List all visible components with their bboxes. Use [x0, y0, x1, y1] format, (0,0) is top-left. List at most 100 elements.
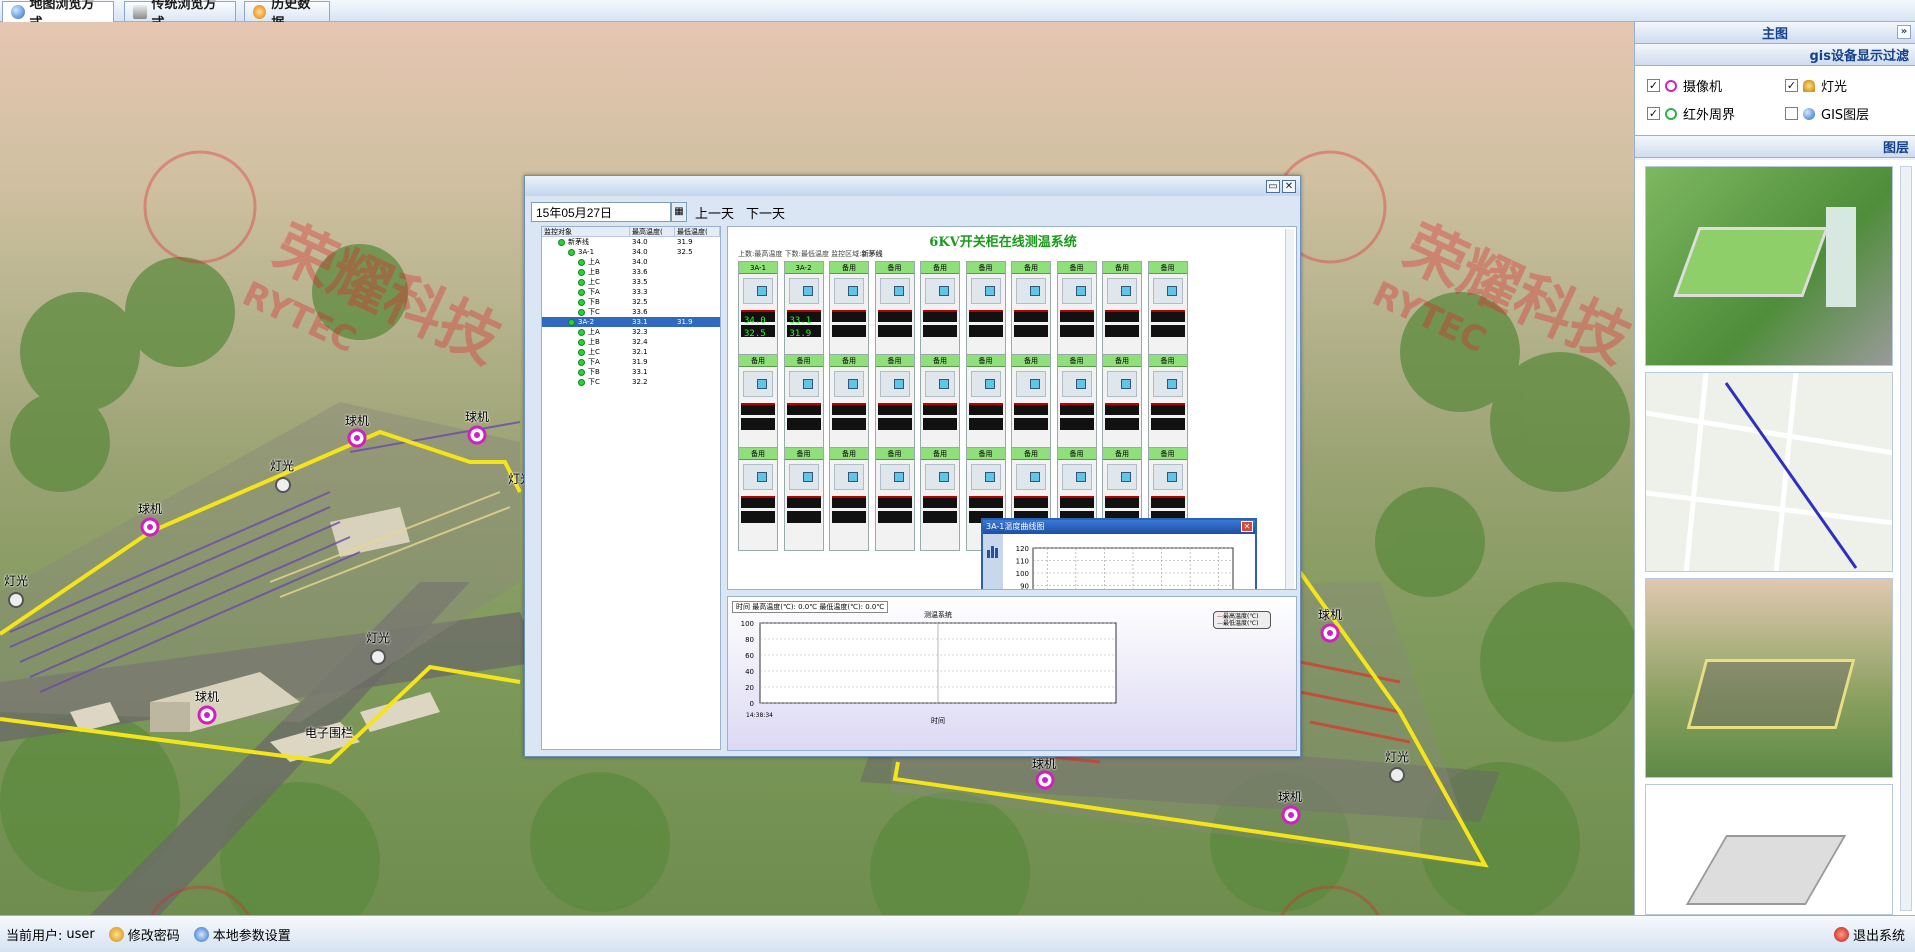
tab-traditional-browse[interactable]: 传统浏览方式: [124, 0, 236, 31]
map-label-lamp[interactable]: 灯光: [270, 457, 294, 474]
collapse-icon[interactable]: »: [1897, 25, 1911, 39]
view-scrollbar[interactable]: [1285, 229, 1294, 589]
trend-chart-title: 测温系统: [924, 610, 952, 619]
tree-row-name: 下B: [588, 298, 600, 306]
status-dot-icon: [578, 258, 585, 266]
switch-cabinet[interactable]: 3A-2 33.1 31.9: [783, 261, 824, 365]
curve-close-button[interactable]: ✕: [1241, 521, 1253, 532]
calendar-icon[interactable]: ▦: [671, 202, 687, 222]
switch-cabinet[interactable]: 备用: [1102, 354, 1142, 458]
tree-row[interactable]: 上A 32.3: [542, 327, 720, 337]
switch-cabinet[interactable]: 备用: [783, 354, 824, 458]
switch-cabinet[interactable]: 备用: [738, 447, 778, 551]
curve-popup[interactable]: 3A-1温度曲线图✕ 01020304050607080901001101203…: [981, 518, 1257, 589]
map-label-camera[interactable]: 球机: [1032, 755, 1056, 772]
tree-row[interactable]: 下C 33.6: [542, 307, 720, 317]
tree-row[interactable]: 下A 31.9: [542, 357, 720, 367]
close-button[interactable]: ✕: [1282, 179, 1296, 193]
status-dot-icon: [578, 328, 585, 336]
indicator-icon: [1030, 472, 1040, 482]
map-label-fence[interactable]: 电子围栏: [305, 724, 353, 741]
tree-row[interactable]: 3A-2 33.1 31.9: [542, 317, 720, 327]
next-day-link[interactable]: 下一天: [746, 203, 785, 222]
status-dot-icon: [578, 278, 585, 286]
switch-cabinet[interactable]: 备用: [829, 447, 869, 551]
prev-day-link[interactable]: 上一天: [695, 203, 734, 222]
tree-row[interactable]: 上B 32.4: [542, 337, 720, 347]
key-icon: [108, 926, 124, 942]
tree-row[interactable]: 下B 33.1: [542, 367, 720, 377]
exit-button[interactable]: 退出系统: [1833, 925, 1905, 944]
layer-thumb-room[interactable]: [1645, 784, 1893, 915]
map-label-camera[interactable]: 球机: [1278, 788, 1302, 805]
switch-cabinet[interactable]: 备用: [920, 261, 960, 365]
infrared-checkbox[interactable]: ✓: [1647, 107, 1660, 120]
cabinet-label: 备用: [1012, 355, 1050, 367]
layer-thumb-aerial[interactable]: [1645, 166, 1893, 366]
restore-button[interactable]: ▭: [1266, 179, 1280, 193]
switch-cabinet[interactable]: 备用: [1011, 261, 1051, 365]
tree-row[interactable]: 下B 32.5: [542, 297, 720, 307]
tree-row[interactable]: 下C 32.2: [542, 377, 720, 387]
change-password-button[interactable]: 修改密码: [108, 925, 180, 944]
tree-row[interactable]: 上C 33.5: [542, 277, 720, 287]
switch-cabinet[interactable]: 备用: [783, 447, 824, 551]
switch-cabinet[interactable]: 备用: [965, 261, 1006, 365]
lamp-checkbox[interactable]: ✓: [1785, 79, 1798, 92]
switch-cabinet[interactable]: 备用: [874, 447, 915, 551]
switch-cabinet[interactable]: 备用: [829, 261, 869, 365]
tree-row[interactable]: 上C 32.1: [542, 347, 720, 357]
map-label-camera[interactable]: 球机: [345, 412, 369, 429]
temp-max-display: [1150, 403, 1185, 415]
switch-cabinet[interactable]: 备用: [920, 447, 960, 551]
switch-cabinet[interactable]: 备用: [1147, 261, 1188, 365]
switch-cabinet[interactable]: 备用: [738, 354, 778, 458]
layer-thumb-substation[interactable]: [1645, 578, 1893, 778]
thumbnail-scrollbar[interactable]: [1900, 166, 1912, 911]
tree-row[interactable]: 下A 33.3: [542, 287, 720, 297]
switch-cabinet[interactable]: 备用: [874, 261, 915, 365]
map-label-lamp[interactable]: 灯光: [366, 629, 390, 646]
map-label-camera[interactable]: 球机: [195, 688, 219, 705]
layer-thumb-streetmap[interactable]: [1645, 372, 1893, 572]
map-label-camera[interactable]: 球机: [1318, 606, 1342, 623]
switch-cabinet[interactable]: 备用: [1147, 354, 1188, 458]
tree-row[interactable]: 上A 34.0: [542, 257, 720, 267]
tree-row[interactable]: 上B 33.6: [542, 267, 720, 277]
switch-cabinet[interactable]: 3A-1 34.0 32.5: [738, 261, 778, 365]
curve-titlebar[interactable]: 3A-1温度曲线图 ✕: [983, 520, 1255, 534]
switch-cabinet[interactable]: 备用: [1056, 354, 1097, 458]
map-label-camera[interactable]: 球机: [465, 408, 489, 425]
filter-lamp[interactable]: ✓ 灯光: [1785, 76, 1847, 95]
tab-map-browse[interactable]: 地图浏览方式: [2, 0, 114, 31]
cabinet-panel: [788, 464, 819, 490]
switch-cabinet[interactable]: 备用: [920, 354, 960, 458]
filter-gis-layer[interactable]: GIS图层: [1785, 104, 1869, 123]
map-label-lamp[interactable]: 灯光: [4, 572, 28, 589]
switch-cabinet[interactable]: 备用: [874, 354, 915, 458]
date-input[interactable]: [531, 202, 671, 222]
filter-infrared[interactable]: ✓ 红外周界: [1647, 104, 1735, 123]
window-titlebar[interactable]: ▭ ✕: [525, 176, 1300, 196]
switch-cabinet[interactable]: 备用: [1102, 261, 1142, 365]
temperature-window[interactable]: ▭ ✕ ▦ 上一天 下一天 监控对象 最高温度( 最低温度( 新茅线 34.0 31…: [524, 175, 1301, 757]
gis-map[interactable]: 荣耀科技 RYTEC 荣耀科技 RYTEC 球机 球机 灯光 球机 灯光 灯光 …: [0, 22, 1634, 915]
switch-cabinet[interactable]: 备用: [965, 354, 1006, 458]
monitor-tree[interactable]: 监控对象 最高温度( 最低温度( 新茅线 34.0 31.9 3A-1 34.0 32.5…: [541, 226, 721, 750]
map-label-lamp[interactable]: 灯光: [1385, 748, 1409, 765]
switch-cabinet[interactable]: 备用: [829, 354, 869, 458]
gis-layer-checkbox[interactable]: [1785, 107, 1798, 120]
printer-icon: [133, 4, 147, 19]
filter-camera[interactable]: ✓ 摄像机: [1647, 76, 1722, 95]
switch-cabinet[interactable]: 备用: [1011, 354, 1051, 458]
temp-min-display: [741, 418, 775, 430]
tree-row[interactable]: 3A-1 34.0 32.5: [542, 247, 720, 257]
tab-history-data[interactable]: 历史数据: [244, 0, 330, 31]
bar-chart-icon[interactable]: [983, 534, 1003, 564]
map-label-camera[interactable]: 球机: [138, 500, 162, 517]
local-settings-button[interactable]: 本地参数设置: [193, 925, 291, 944]
tree-row[interactable]: 新茅线 34.0 31.9: [542, 237, 720, 247]
cabinet-panel: [1152, 464, 1183, 490]
camera-checkbox[interactable]: ✓: [1647, 79, 1660, 92]
switch-cabinet[interactable]: 备用: [1056, 261, 1097, 365]
